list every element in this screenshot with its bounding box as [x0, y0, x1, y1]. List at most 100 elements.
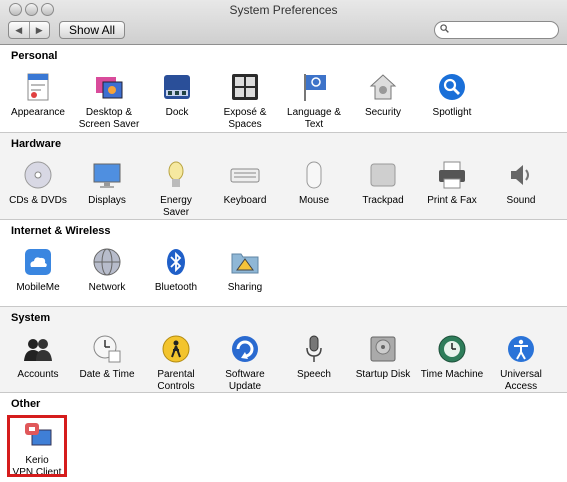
navigation-buttons: ◀ ▶ — [8, 21, 50, 39]
pref-label: Software Update — [225, 369, 265, 392]
keyboard-icon — [230, 168, 260, 183]
pref-time-machine[interactable]: Time Machine — [417, 333, 487, 381]
pref-speech[interactable]: Speech — [279, 333, 349, 381]
speaker-icon — [511, 165, 529, 185]
pref-desktop-screen-saver[interactable]: Desktop & Screen Saver — [74, 71, 144, 131]
lightbulb-icon — [168, 161, 184, 187]
section-title-hardware: Hardware — [11, 138, 62, 150]
flag-icon — [304, 74, 326, 101]
show-all-button[interactable]: Show All — [59, 21, 125, 39]
pref-trackpad[interactable]: Trackpad — [348, 159, 418, 207]
pref-label: Speech — [297, 369, 331, 380]
pref-keyboard[interactable]: Keyboard — [210, 159, 280, 207]
section-system: System Accounts Date & Time Parental Con… — [0, 307, 567, 393]
software-update-icon — [232, 336, 258, 362]
search-icon — [440, 24, 449, 33]
system-preferences-window: System Preferences ◀ ▶ Show All Personal… — [0, 0, 567, 482]
pref-label: Network — [88, 282, 126, 293]
pref-label: Sound — [506, 195, 536, 206]
pref-label: Time Machine — [420, 369, 484, 380]
pref-label: Print & Fax — [427, 195, 477, 206]
pref-label: Parental Controls — [157, 369, 195, 392]
forward-button[interactable]: ▶ — [28, 22, 50, 38]
expose-spaces-icon — [232, 74, 258, 100]
pref-label: Date & Time — [79, 369, 135, 380]
time-machine-icon — [438, 335, 466, 363]
pref-parental-controls[interactable]: Parental Controls — [141, 333, 211, 393]
pref-dock[interactable]: Dock — [142, 71, 212, 119]
pref-label: Trackpad — [362, 195, 404, 206]
pref-sharing[interactable]: Sharing — [210, 246, 280, 294]
dock-icon — [164, 75, 190, 99]
pref-label: Energy Saver — [160, 195, 192, 218]
pref-label: Universal Access — [500, 369, 542, 392]
accounts-icon — [24, 339, 52, 361]
section-hardware: Hardware CDs & DVDs Displays Energy Save… — [0, 133, 567, 220]
pref-label: Displays — [88, 195, 126, 206]
pref-software-update[interactable]: Software Update — [210, 333, 280, 393]
display-icon — [93, 163, 121, 188]
parental-controls-icon — [162, 335, 190, 363]
pref-universal-access[interactable]: Universal Access — [486, 333, 556, 393]
pref-sound[interactable]: Sound — [486, 159, 556, 207]
pref-bluetooth[interactable]: Bluetooth — [141, 246, 211, 294]
window-title: System Preferences — [229, 3, 338, 17]
search-input[interactable] — [434, 21, 559, 39]
bluetooth-icon — [167, 249, 185, 275]
pref-label: Appearance — [11, 107, 65, 118]
trackpad-icon — [370, 163, 396, 187]
pref-label: Desktop & Screen Saver — [78, 107, 140, 130]
section-other: Other Kerio VPN Client — [0, 393, 567, 482]
pref-expose-spaces[interactable]: Exposé & Spaces — [210, 71, 280, 131]
pref-print-fax[interactable]: Print & Fax — [417, 159, 487, 207]
pref-startup-disk[interactable]: Startup Disk — [348, 333, 418, 381]
pref-language-text[interactable]: Language & Text — [279, 71, 349, 131]
microphone-icon — [306, 335, 322, 362]
pref-displays[interactable]: Displays — [72, 159, 142, 207]
pref-label: Bluetooth — [154, 282, 198, 293]
section-title-system: System — [11, 312, 51, 324]
pref-label: Spotlight — [432, 107, 472, 118]
pref-label: Mouse — [298, 195, 329, 206]
house-icon — [369, 74, 397, 100]
pref-appearance[interactable]: Appearance — [3, 71, 73, 119]
pref-cds-dvds[interactable]: CDs & DVDs — [3, 159, 73, 207]
back-button[interactable]: ◀ — [9, 22, 29, 38]
section-internet-wireless: Internet & Wireless MobileMe Network Blu… — [0, 220, 567, 307]
clock-icon — [93, 335, 121, 363]
section-title-personal: Personal — [11, 50, 58, 62]
section-title-internet: Internet & Wireless — [11, 225, 111, 237]
cloud-icon — [25, 249, 51, 275]
section-personal: Personal Appearance Desktop & Screen Sav… — [0, 45, 567, 133]
spotlight-icon — [439, 74, 465, 100]
pref-energy-saver[interactable]: Energy Saver — [141, 159, 211, 219]
section-title-other: Other — [11, 398, 41, 410]
desktop-screensaver-icon — [96, 77, 123, 99]
globe-icon — [93, 248, 121, 276]
appearance-icon — [27, 73, 49, 101]
pref-network[interactable]: Network — [72, 246, 142, 294]
printer-icon — [439, 161, 465, 189]
disc-icon — [24, 161, 52, 189]
pref-label: Exposé & Spaces — [223, 107, 267, 130]
pref-spotlight[interactable]: Spotlight — [417, 71, 487, 119]
pref-label: Language & Text — [287, 107, 341, 130]
pref-label: CDs & DVDs — [9, 195, 67, 206]
mouse-icon — [306, 161, 322, 189]
hard-disk-icon — [370, 336, 396, 362]
title-bar: System Preferences ◀ ▶ Show All — [0, 0, 567, 45]
pref-date-time[interactable]: Date & Time — [72, 333, 142, 381]
pref-label: Accounts — [17, 369, 59, 380]
pref-label: Startup Disk — [355, 369, 411, 380]
pref-accounts[interactable]: Accounts — [3, 333, 73, 381]
accessibility-icon — [508, 336, 534, 362]
pref-label: MobileMe — [16, 282, 60, 293]
pref-label: Dock — [165, 107, 189, 118]
sharing-folder-icon — [231, 253, 259, 274]
pref-mobileme[interactable]: MobileMe — [3, 246, 73, 294]
pref-label: Sharing — [227, 282, 263, 293]
highlight-box — [7, 415, 67, 477]
pref-label: Security — [364, 107, 402, 118]
pref-security[interactable]: Security — [348, 71, 418, 119]
pref-mouse[interactable]: Mouse — [279, 159, 349, 207]
